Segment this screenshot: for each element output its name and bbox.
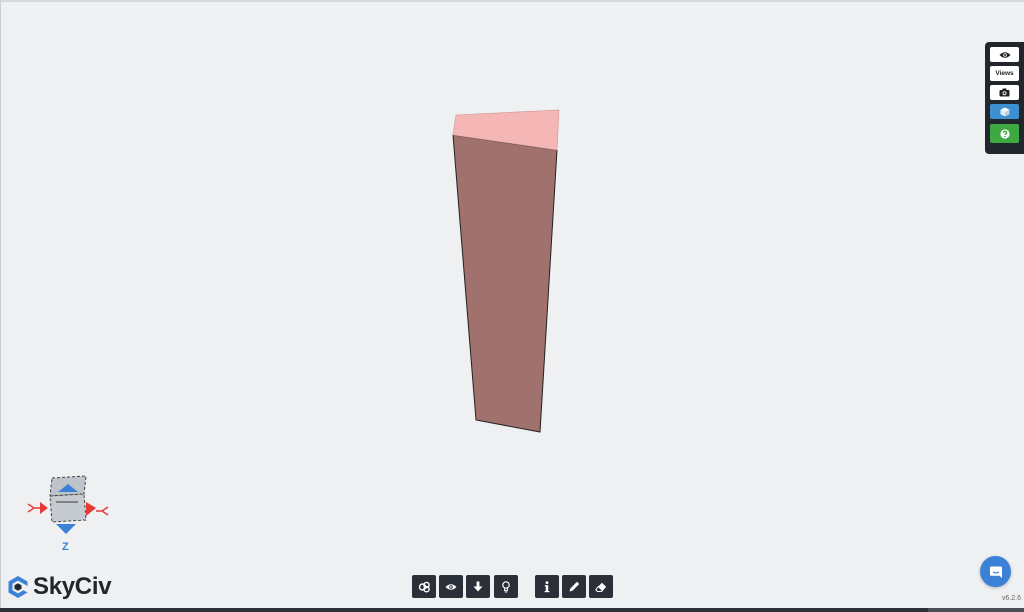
arrow-right-tail-icon — [96, 506, 109, 516]
bottom-status-segment — [928, 608, 1024, 612]
eraser-button[interactable] — [589, 575, 613, 598]
arrow-down-icon — [473, 581, 483, 592]
version-label: v6.2.6 — [1001, 595, 1021, 602]
3d-view-button[interactable] — [990, 104, 1019, 119]
camera-icon — [999, 88, 1010, 97]
orientation-gizmo[interactable]: Z — [22, 470, 114, 554]
view-toolbar: Views — [985, 42, 1024, 154]
render-settings-button[interactable] — [412, 575, 436, 598]
lightbulb-icon — [502, 580, 510, 592]
arrow-left-icon[interactable] — [40, 502, 48, 514]
view-cube[interactable] — [49, 475, 87, 523]
bottom-toolbar — [0, 575, 1024, 599]
3d-viewport[interactable] — [0, 0, 1024, 612]
member-front-face — [452, 134, 558, 433]
visibility-icon — [445, 583, 457, 590]
chat-icon — [989, 566, 1002, 578]
info-icon — [544, 580, 550, 592]
edit-button[interactable] — [562, 575, 586, 598]
arrow-left-tail-icon — [27, 503, 40, 513]
cube-icon — [1000, 107, 1009, 116]
chat-button[interactable] — [980, 556, 1011, 587]
arrow-bottom-icon[interactable] — [56, 524, 76, 534]
visibility-toggle-button[interactable] — [439, 575, 463, 598]
supports-button[interactable] — [466, 575, 490, 598]
tapered-member[interactable] — [452, 109, 560, 433]
z-axis-label: Z — [62, 541, 69, 553]
help-button[interactable] — [990, 124, 1019, 143]
render-settings-icon — [418, 581, 430, 592]
eye-icon — [999, 51, 1010, 58]
eraser-icon — [595, 582, 607, 592]
views-button[interactable]: Views — [990, 66, 1019, 81]
pencil-icon — [569, 581, 579, 592]
screenshot-button[interactable] — [990, 85, 1019, 100]
lighting-button[interactable] — [494, 575, 518, 598]
bottom-status-strip — [0, 608, 1024, 612]
arrow-right-icon[interactable] — [86, 502, 96, 516]
info-button[interactable] — [535, 575, 559, 598]
visibility-button[interactable] — [990, 47, 1019, 62]
help-icon — [999, 128, 1010, 139]
